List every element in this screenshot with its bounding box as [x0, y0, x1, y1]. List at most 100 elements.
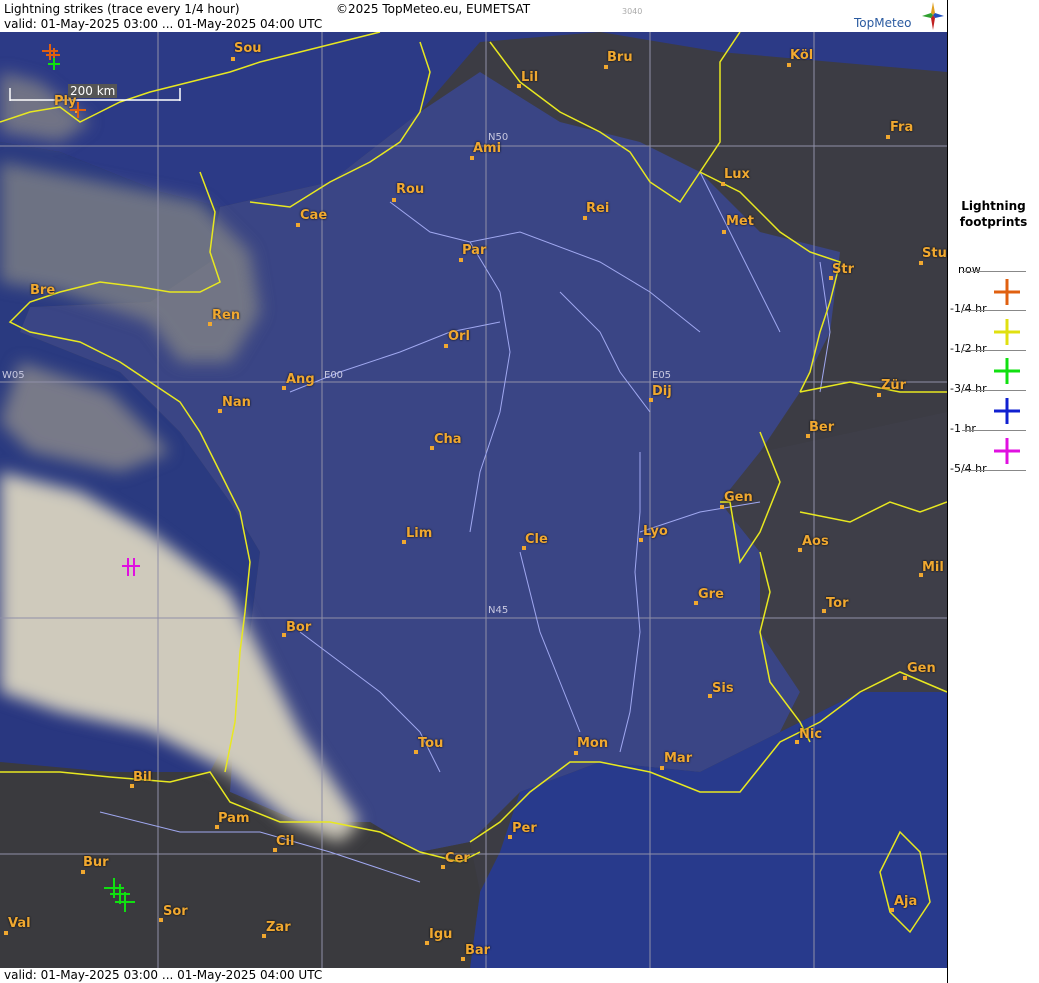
city-gre: Gre — [698, 587, 724, 602]
city-cil: Cil — [276, 834, 295, 849]
city-tor: Tor — [826, 596, 849, 611]
compass-star-icon — [922, 2, 944, 30]
city-fra: Fra — [890, 120, 914, 135]
legend-panel: Lightning footprints now -1/4 hr -1/2 hr… — [948, 0, 1039, 983]
legend-cross-blue-icon — [994, 398, 1020, 424]
city-mil: Mil — [922, 560, 944, 575]
legend-line — [962, 310, 1026, 311]
city-bre: Bre — [30, 283, 56, 298]
city-sou: Sou — [234, 41, 262, 56]
city-dot — [75, 109, 79, 113]
legend-label-three-quarter: -3/4 hr — [950, 382, 987, 395]
city-kol: Köl — [790, 48, 814, 63]
city-lim: Lim — [406, 526, 433, 541]
legend-title-line2: footprints — [959, 215, 1028, 229]
topmeteo-logo[interactable]: TopMeteo — [852, 2, 944, 32]
legend-cross-yellow-icon — [994, 319, 1020, 345]
city-dot — [444, 344, 448, 348]
city-dot — [583, 216, 587, 220]
legend-line — [962, 271, 1026, 272]
city-dot — [296, 223, 300, 227]
city-dot — [470, 156, 474, 160]
city-orl: Orl — [448, 329, 470, 344]
city-per: Per — [512, 821, 537, 836]
city-dot — [574, 751, 578, 755]
city-aja: Aja — [894, 894, 918, 909]
grid-label-w05: W05 — [2, 370, 25, 381]
city-bor: Bor — [286, 620, 312, 635]
city-dot — [919, 261, 923, 265]
city-igu: Igu — [429, 927, 453, 942]
legend-title-line1: Lightning — [961, 199, 1026, 213]
city-aos: Aos — [802, 534, 829, 549]
city-rei: Rei — [586, 201, 610, 216]
city-pam: Pam — [218, 811, 250, 826]
city-lyo: Lyo — [643, 524, 668, 539]
city-gen2: Gen — [907, 661, 936, 676]
grid-label-n45: N45 — [488, 605, 509, 616]
map-canvas — [0, 32, 947, 968]
valid-time-top: valid: 01-May-2025 03:00 ... 01-May-2025… — [4, 17, 323, 31]
grid-label-e00: E00 — [324, 370, 344, 381]
city-dot — [721, 182, 725, 186]
city-dot — [877, 393, 881, 397]
city-rou: Rou — [396, 182, 425, 197]
legend-label-five-quarter: -5/4 hr — [950, 462, 987, 475]
satellite-map[interactable]: N50 N45 E00 E05 W05 200 km Sou Bru Köl L… — [0, 32, 947, 968]
city-stu: Stu — [922, 246, 947, 261]
grid-label-e05: E05 — [652, 370, 672, 381]
legend-line — [962, 390, 1026, 391]
legend-label-now: now — [958, 263, 981, 276]
city-dot — [231, 57, 235, 61]
city-mon: Mon — [577, 736, 609, 751]
city-zar: Zar — [266, 920, 291, 935]
header-bar: Lightning strikes (trace every 1/4 hour)… — [0, 0, 947, 32]
footer-bar: valid: 01-May-2025 03:00 ... 01-May-2025… — [0, 968, 947, 983]
city-met: Met — [726, 214, 754, 229]
city-ply: Ply — [54, 94, 77, 109]
city-ami: Ami — [473, 141, 502, 156]
city-dot — [4, 931, 8, 935]
city-dot — [722, 230, 726, 234]
legend-cross-orange-icon — [994, 279, 1020, 305]
city-par: Par — [462, 243, 487, 258]
city-nic: Nic — [799, 727, 823, 742]
city-ang: Ang — [286, 372, 315, 387]
city-cae: Cae — [300, 208, 328, 223]
valid-time-bottom: valid: 01-May-2025 03:00 ... 01-May-2025… — [4, 968, 323, 982]
city-nan: Nan — [222, 395, 251, 410]
city-cha: Cha — [434, 432, 462, 447]
city-ber: Ber — [809, 420, 835, 435]
city-lux: Lux — [724, 167, 750, 182]
logo-text: TopMeteo — [854, 16, 912, 30]
city-mar: Mar — [664, 751, 693, 766]
city-dot — [886, 135, 890, 139]
city-cer: Cer — [445, 851, 470, 866]
city-bar: Bar — [465, 943, 491, 958]
city-val: Val — [8, 916, 31, 931]
city-sor: Sor — [163, 904, 188, 919]
legend-line — [962, 430, 1026, 431]
legend-label-quarter: -1/4 hr — [950, 302, 987, 315]
city-bil: Bil — [133, 770, 152, 785]
city-str: Str — [832, 262, 854, 277]
city-tou: Tou — [418, 736, 444, 751]
image-id: 3040 — [622, 7, 643, 16]
city-ren: Ren — [212, 308, 241, 323]
city-bru: Bru — [607, 50, 633, 65]
city-lil: Lil — [521, 70, 539, 85]
legend-title: Lightning footprints — [948, 198, 1039, 230]
legend-label-one-hour: -1 hr — [950, 422, 976, 435]
city-dot — [787, 63, 791, 67]
legend-line — [962, 350, 1026, 351]
city-dot — [720, 505, 724, 509]
legend-cross-green-icon — [994, 358, 1020, 384]
city-dot — [459, 258, 463, 262]
city-cle: Cle — [525, 532, 548, 547]
city-dot — [81, 870, 85, 874]
map-title: Lightning strikes (trace every 1/4 hour) — [4, 2, 240, 16]
city-zur: Zür — [881, 378, 907, 393]
city-dot — [903, 676, 907, 680]
legend-label-half: -1/2 hr — [950, 342, 987, 355]
copyright-text: ©2025 TopMeteo.eu, EUMETSAT — [336, 2, 531, 16]
